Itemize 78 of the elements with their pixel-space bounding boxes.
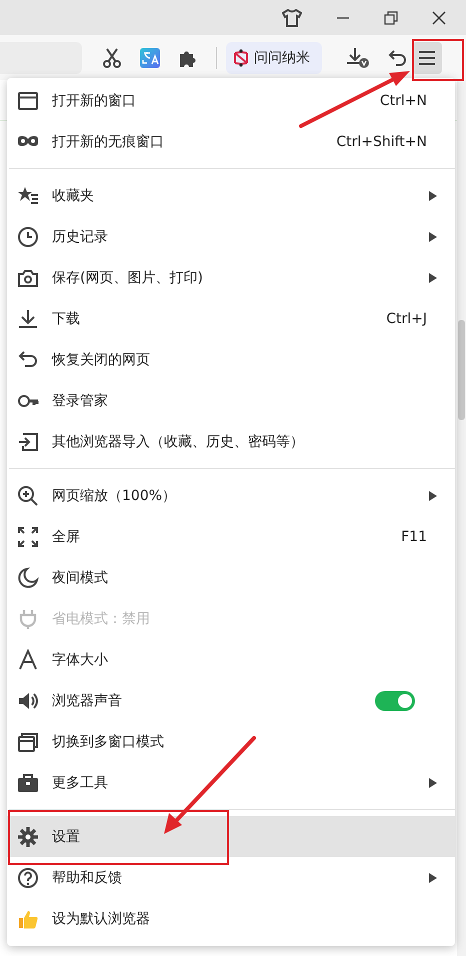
plug-icon [17,608,39,630]
close-icon[interactable] [432,10,446,24]
menu-item-label: 打开新的窗口 [52,92,137,110]
menu-item[interactable]: 切换到多窗口模式 [7,721,455,762]
menu-item-label: 其他浏览器导入（收藏、历史、密码等） [52,432,305,450]
submenu-arrow-icon [429,490,437,500]
import-icon [17,430,39,452]
gear-icon [17,826,39,848]
restore-icon[interactable] [384,10,398,24]
menu-item[interactable]: 设为默认浏览器 [7,898,455,939]
submenu-arrow-icon [429,872,437,882]
toolbox-icon [17,772,39,794]
menu-item[interactable]: 保存(网页、图片、打印) [7,257,455,298]
menu-item-label: 设为默认浏览器 [52,910,151,928]
menu-item[interactable]: 打开新的窗口 Ctrl+N [7,80,455,121]
moon-icon [17,566,39,588]
star-list-icon [17,184,39,206]
menu-button[interactable] [412,42,442,74]
menu-item[interactable]: 浏览器声音 [7,680,455,721]
menu-item-label: 历史记录 [52,228,109,246]
highlight-frame [412,39,464,81]
menu-item-label: 帮助和反馈 [52,868,123,886]
shortcut-label: Ctrl+N [380,92,427,108]
translate-icon[interactable] [140,48,160,68]
menu-item-label: 下载 [52,310,81,328]
menu-item-label: 夜间模式 [52,568,109,586]
assistant-button[interactable]: 问问纳米 [226,42,322,74]
menu-item-label: 恢复关闭的网页 [52,350,151,368]
shortcut-label: F11 [401,528,427,544]
menu-item[interactable]: 收藏夹 [7,175,455,216]
menu-item[interactable]: 帮助和反馈 [7,857,455,898]
menu-item[interactable]: 其他浏览器导入（收藏、历史、密码等） [7,421,455,462]
menu-item-label: 字体大小 [52,650,109,668]
undo-icon[interactable] [388,48,408,68]
window-icon [17,90,39,112]
menu-item[interactable]: 历史记录 [7,216,455,257]
menu-item-label: 切换到多窗口模式 [52,732,165,750]
menu-item-label: 保存(网页、图片、打印) [52,268,204,286]
assistant-label: 问问纳米 [254,48,310,66]
menu-item[interactable]: 字体大小 [7,639,455,680]
menu-item-label: 登录管家 [52,392,109,410]
scissors-icon[interactable] [102,48,122,68]
menu-item[interactable]: 更多工具 [7,762,455,803]
menu-item[interactable]: 恢复关闭的网页 [7,339,455,380]
shortcut-label: Ctrl+Shift+N [336,134,427,150]
download-icon [17,308,39,330]
fullscreen-icon [17,526,39,548]
menu-icon [419,50,435,64]
menu-item[interactable]: 下载 Ctrl+J [7,298,455,339]
menu-item[interactable]: 打开新的无痕窗口 Ctrl+Shift+N [7,121,455,162]
download-icon[interactable] [346,46,370,68]
toggle-switch[interactable] [375,690,415,710]
zoom-in-icon [17,484,39,506]
menu-item-label: 浏览器声音 [52,692,123,710]
scrollbar-thumb[interactable] [458,320,465,420]
submenu-arrow-icon [429,778,437,788]
submenu-arrow-icon [429,272,437,282]
menu-item[interactable]: 网页缩放（100%） [7,475,455,516]
help-icon [17,866,39,888]
menu-item-label: 省电模式：禁用 [52,610,151,628]
menu-item[interactable]: 设置 [7,816,455,857]
clock-icon [17,226,39,248]
submenu-arrow-icon [429,190,437,200]
network-icon [232,48,250,66]
shirt-icon[interactable] [282,8,302,26]
menu-item-label: 设置 [52,828,81,846]
menu-item-label: 打开新的无痕窗口 [52,132,165,150]
font-icon [17,648,39,670]
menu-item-label: 更多工具 [52,774,109,792]
menu-item[interactable]: 夜间模式 [7,557,455,598]
menu-item-label: 全屏 [52,528,81,546]
menu-item-label: 收藏夹 [52,186,95,204]
shortcut-label: Ctrl+J [386,310,427,326]
menu-item[interactable]: 全屏 F11 [7,516,455,557]
menu-item-label: 网页缩放（100%） [52,486,178,504]
menu-item[interactable]: 登录管家 [7,380,455,421]
submenu-arrow-icon [429,232,437,242]
windows-icon [17,730,39,752]
